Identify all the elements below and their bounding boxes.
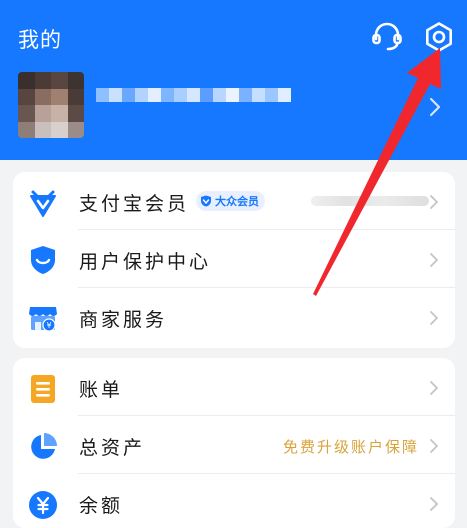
menu-item-label: 账单 (79, 379, 124, 401)
chevron-right-icon (429, 438, 439, 454)
menu-item-user-protection[interactable]: 用户保护中心 (13, 230, 455, 288)
bill-icon (27, 373, 59, 405)
avatar[interactable] (18, 72, 84, 138)
customer-service-icon[interactable] (370, 20, 404, 54)
chevron-right-icon (429, 310, 439, 326)
account-protection-promo[interactable]: 免费升级账户保障 (283, 436, 419, 457)
member-badge-text: 大众会员 (215, 196, 259, 208)
shield-icon (27, 244, 59, 276)
member-points-blurred (311, 196, 429, 206)
chevron-right-icon (429, 194, 439, 210)
merchant-store-icon: ¥ (27, 302, 59, 334)
page-title: 我的 (18, 28, 62, 52)
menu-group-2: 账单 总资产 免费升级账户保障 余额 (13, 358, 455, 528)
member-level-badge: 大众会员 (196, 191, 265, 211)
badge-shield-icon (201, 195, 211, 207)
menu-item-merchant-services[interactable]: ¥ 商家服务 (13, 288, 455, 346)
menu-item-label: 支付宝会员 (79, 193, 190, 215)
chevron-right-icon (429, 252, 439, 268)
chevron-right-icon (429, 380, 439, 396)
svg-text:¥: ¥ (46, 321, 51, 330)
menu-item-alipay-member[interactable]: 支付宝会员 大众会员 (13, 172, 455, 230)
menu-item-total-assets[interactable]: 总资产 免费升级账户保障 (13, 416, 455, 474)
menu-item-balance[interactable]: 余额 (13, 474, 455, 528)
nickname-blurred (96, 88, 291, 102)
menu-item-label: 总资产 (79, 437, 146, 459)
settings-icon[interactable] (422, 20, 456, 54)
menu-group-1: 支付宝会员 大众会员 用户保护中心 ¥ 商家服务 (13, 172, 455, 348)
pie-chart-icon (27, 431, 59, 463)
balance-icon (27, 489, 59, 521)
menu-item-label: 商家服务 (79, 309, 168, 331)
alipay-member-icon (27, 186, 59, 218)
chevron-right-icon[interactable] (428, 97, 442, 117)
menu-item-label: 用户保护中心 (79, 251, 212, 273)
menu-item-bills[interactable]: 账单 (13, 358, 455, 416)
chevron-right-icon (429, 496, 439, 512)
profile-header: 我的 (0, 0, 467, 160)
